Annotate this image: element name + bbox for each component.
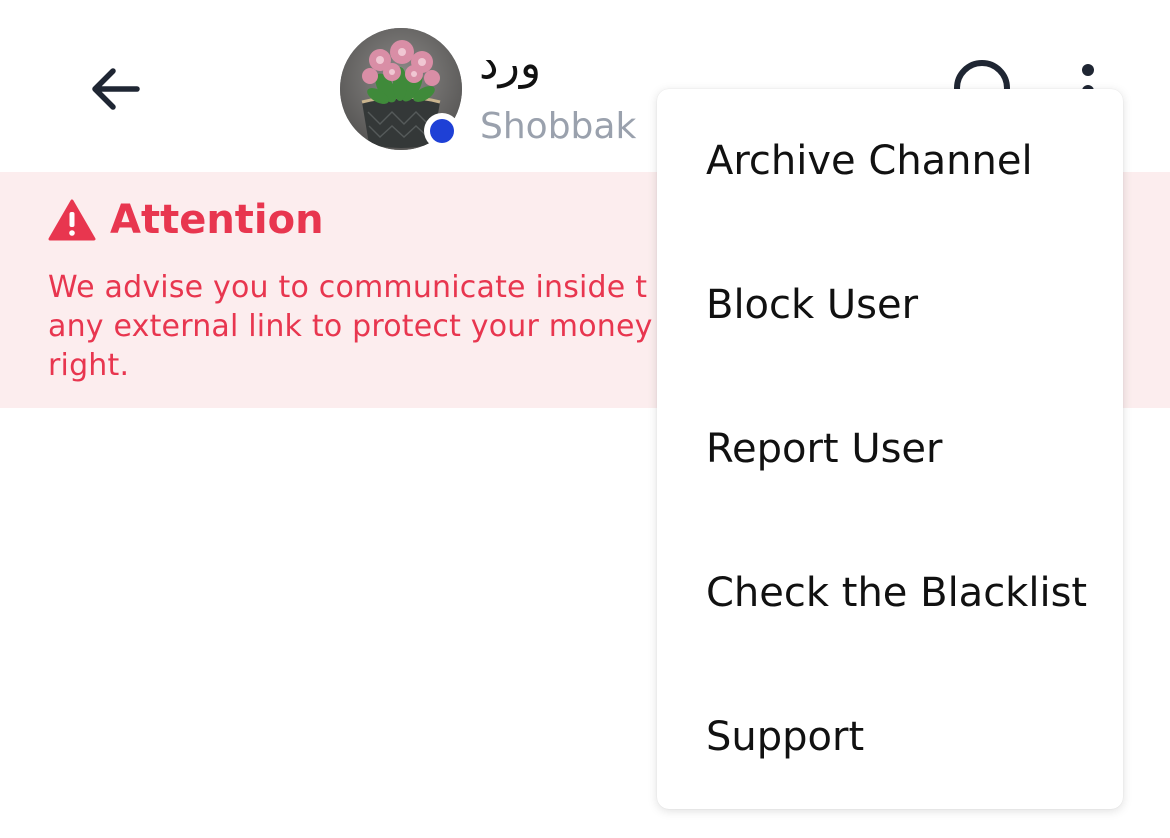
menu-item-report-user[interactable]: Report User [657, 377, 1123, 521]
contact-name: ورد [479, 38, 542, 89]
back-button[interactable] [80, 55, 148, 123]
options-menu: Archive Channel Block User Report User C… [657, 89, 1123, 809]
online-dot [430, 119, 454, 143]
attention-title: Attention [110, 197, 324, 243]
arrow-left-icon [92, 68, 140, 110]
menu-item-support[interactable]: Support [657, 665, 1123, 809]
contact-subtitle: Shobbak [480, 106, 637, 147]
menu-item-block-user[interactable]: Block User [657, 233, 1123, 377]
attention-title-row: Attention [48, 197, 324, 243]
menu-item-archive-channel[interactable]: Archive Channel [657, 89, 1123, 233]
online-status-indicator [424, 113, 460, 149]
menu-item-check-blacklist[interactable]: Check the Blacklist [657, 521, 1123, 665]
warning-triangle-icon [48, 199, 96, 241]
